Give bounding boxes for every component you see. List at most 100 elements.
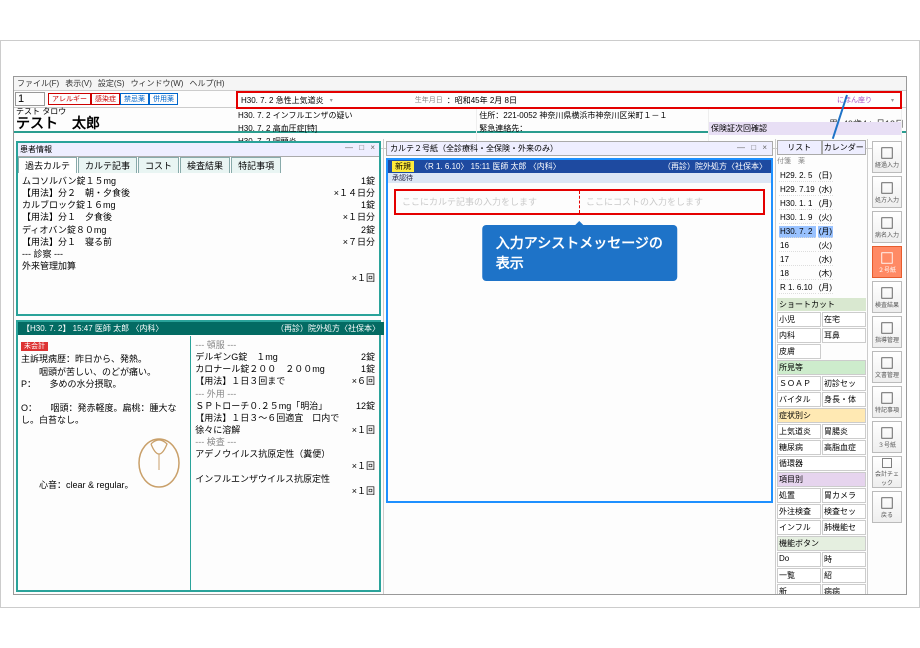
left-tabs: 過去カルテ カルテ記事 コスト 検査結果 特記事項 <box>18 157 379 173</box>
shortcut-header: ショートカット <box>777 298 866 311</box>
soap-o2: 心音：clear & regular。 <box>21 480 134 490</box>
shortcut-button[interactable]: 身長・体 <box>822 392 866 407</box>
shortcut-button[interactable]: 内科 <box>777 328 821 343</box>
shortcut-button[interactable]: 初診セッ <box>822 376 866 391</box>
shortcut-button[interactable]: 胃カメラ <box>822 488 866 503</box>
visit-date-row[interactable]: H29. 2. 5(日) <box>779 170 833 182</box>
menu-view[interactable]: 表示(V) <box>65 78 92 89</box>
tag-combo[interactable]: 併用薬 <box>149 93 178 105</box>
menu-window[interactable]: ウィンドウ(W) <box>131 78 184 89</box>
shortcut-button[interactable]: 皮膚 <box>777 344 821 359</box>
shortcut-button[interactable]: ＳＯＡＰ <box>777 376 821 391</box>
nav-icon-処方入力[interactable]: 処方入力 <box>872 176 902 208</box>
nav-icon-文書管理[interactable]: 文書管理 <box>872 351 902 383</box>
shortcut-button[interactable]: 新 <box>777 584 821 594</box>
shortcut-button[interactable]: 一覧 <box>777 568 821 583</box>
shortcut-button[interactable]: 上気道炎 <box>777 424 821 439</box>
order-section: --- 検査 --- <box>195 436 375 448</box>
disclosure-icon[interactable]: ▾ <box>891 97 896 104</box>
shortcut-button[interactable]: 検査セッ <box>822 504 866 519</box>
visit-date-row[interactable]: 17(水) <box>779 254 833 266</box>
throat-icon <box>136 430 182 488</box>
side-panel: リスト カレンダー 付箋 薬 H29. 2. 5(日)H29. 7.19(水)H… <box>776 139 868 594</box>
rx-qty: ×１４日分 <box>334 187 375 199</box>
callout-text: 入力アシストメッセージの表示 <box>482 225 678 281</box>
shortcut-button[interactable]: 病病 <box>822 584 866 594</box>
hx-r1c1: H30. 7. 2 インフルエンザの疑い <box>236 109 477 122</box>
tab-karte-note[interactable]: カルテ記事 <box>78 157 137 173</box>
nav-icon-２号紙[interactable]: ２号紙 <box>872 246 902 278</box>
visit-date-row[interactable]: R 1. 6.10(月) <box>779 282 833 294</box>
shortcut-button[interactable]: インフル <box>777 520 821 535</box>
shortcut-section: 項目別 <box>777 472 866 487</box>
order-line: デルギンG錠 １mg <box>195 351 278 363</box>
visit-date-row[interactable]: H30. 1. 1(月) <box>779 198 833 210</box>
menu-help[interactable]: ヘルプ(H) <box>189 78 224 89</box>
tab-calendar[interactable]: カレンダー <box>822 140 867 155</box>
cost-input[interactable]: ここにコストの入力をします <box>580 191 763 213</box>
shortcut-button[interactable]: 時 <box>822 552 866 567</box>
tab-notes[interactable]: 特記事項 <box>231 157 281 173</box>
order-line: 徐々に溶解 <box>195 424 240 436</box>
tab-list[interactable]: リスト <box>777 140 822 155</box>
tab-lab[interactable]: 検査結果 <box>180 157 230 173</box>
shortcut-section: 症状別シ <box>777 408 866 423</box>
tab-cost[interactable]: コスト <box>138 157 179 173</box>
tag-contra[interactable]: 禁忌薬 <box>120 93 149 105</box>
nav-icon-検査結果[interactable]: 検査結果 <box>872 281 902 313</box>
hx-r1c3 <box>709 109 902 122</box>
menu-config[interactable]: 設定(S) <box>98 78 125 89</box>
shortcut-button[interactable]: 糖尿病 <box>777 440 821 455</box>
karte-input[interactable]: ここにカルテ記事の入力をします <box>396 191 580 213</box>
window-buttons[interactable]: — □ × <box>345 143 377 152</box>
nav-icon-病名入力[interactable]: 病名入力 <box>872 211 902 243</box>
left-bottom-pane: 【H30. 7. 2】 15:47 医師 太郎 〈内科〉 （再診）院外処方〈社保… <box>16 320 381 592</box>
patient-id-field[interactable]: 1 <box>15 92 45 106</box>
nav-icon-経過入力[interactable]: 経過入力 <box>872 141 902 173</box>
order-line: アデノウイルス抗原定性（糞便） <box>195 448 330 460</box>
rx-line: ディオバン錠８０mg <box>22 224 106 236</box>
shortcut-button[interactable]: バイタル <box>777 392 821 407</box>
tag-allergy[interactable]: アレルギー <box>48 93 91 105</box>
shortcut-button[interactable]: 耳鼻 <box>822 328 866 343</box>
shortcut-button[interactable]: 小児 <box>777 312 821 327</box>
visit-date-row[interactable]: H30. 1. 9(火) <box>779 212 833 224</box>
order-qty: ×１回 <box>352 485 375 497</box>
disclosure-icon[interactable]: ▾ <box>330 97 335 104</box>
shortcut-button[interactable]: 肺機能セ <box>822 520 866 535</box>
unaccounted-badge: 未会計 <box>21 342 48 351</box>
rx-line: 【用法】分１ 寝る前 <box>22 236 112 248</box>
history-highlight-bar: H30. 7. 2 急性上気道炎 ▾ 生年月日 ：昭和45年 2月 8日 にほん… <box>236 91 902 109</box>
nav-icon-会計チェック[interactable]: 会計チェック <box>872 456 902 488</box>
shortcut-button[interactable]: 胃腸炎 <box>822 424 866 439</box>
tab-past-karte[interactable]: 過去カルテ <box>18 157 77 173</box>
nav-icon-戻る[interactable]: 戻る <box>872 491 902 523</box>
visit-date-row[interactable]: H29. 7.19(水) <box>779 184 833 196</box>
menubar: ファイル(F) 表示(V) 設定(S) ウィンドウ(W) ヘルプ(H) <box>14 77 906 91</box>
menu-file[interactable]: ファイル(F) <box>17 78 59 89</box>
hx-r2c1: H30. 7. 2 高血圧症[特] <box>236 122 477 135</box>
tag-infect[interactable]: 感染症 <box>91 93 120 105</box>
visit-date-row[interactable]: 18(木) <box>779 268 833 280</box>
order-line: ＳＰトローチ０.２５mg「明治」 <box>195 400 327 412</box>
shortcut-button[interactable]: Do <box>777 552 821 567</box>
workarea: 患者情報 — □ × 過去カルテ カルテ記事 コスト 検査結果 特記事項 ムコソ… <box>14 139 906 594</box>
rx-line: 【用法】分２ 朝・夕食後 <box>22 187 130 199</box>
shortcut-button[interactable]: 高脂血症 <box>822 440 866 455</box>
rx-line: カルブロック錠１６mg <box>22 199 116 211</box>
rx-qty: ×７日分 <box>343 236 375 248</box>
rx-line: --- 診察 --- <box>22 248 63 260</box>
shortcut-button[interactable]: 紹 <box>822 568 866 583</box>
nav-icon-３号紙[interactable]: ３号紙 <box>872 421 902 453</box>
shortcut-button[interactable]: 在宅 <box>822 312 866 327</box>
window-buttons[interactable]: — □ × <box>737 143 769 154</box>
visit-date-row[interactable]: H30. 7. 2(月) <box>779 226 833 238</box>
nav-icon-指導管理[interactable]: 指導管理 <box>872 316 902 348</box>
nav-icon-特記事項[interactable]: 特記事項 <box>872 386 902 418</box>
order-line: インフルエンザウイルス抗原定性 <box>195 473 330 485</box>
visit-date-row[interactable]: 16(火) <box>779 240 833 252</box>
mid-subheader: 承認待 <box>388 173 771 183</box>
shortcut-button[interactable]: 外注検査 <box>777 504 821 519</box>
rx-line: 外来管理加算 <box>22 260 76 272</box>
shortcut-button[interactable]: 処置 <box>777 488 821 503</box>
